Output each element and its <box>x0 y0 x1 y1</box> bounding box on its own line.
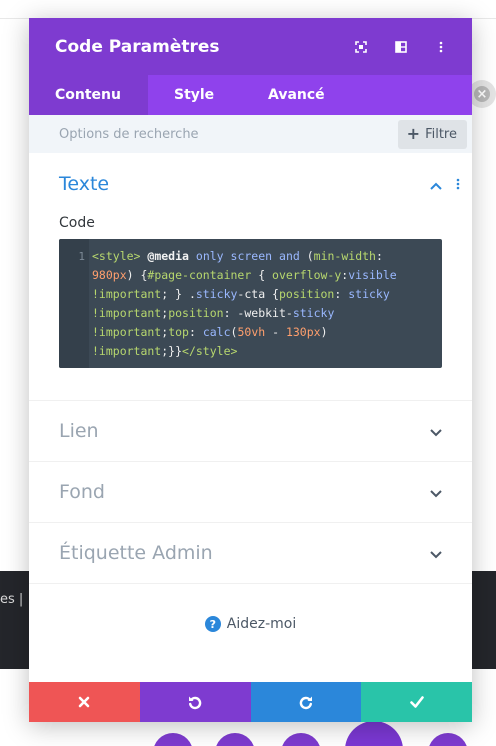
line-number: 1 <box>78 250 85 263</box>
section-title: Lien <box>59 420 99 442</box>
modal-title: Code Paramètres <box>55 36 220 57</box>
search-input[interactable]: Options de recherche <box>59 127 199 142</box>
chevron-down-icon <box>430 544 442 563</box>
section-etiquette-admin[interactable]: Étiquette Admin <box>29 523 472 584</box>
chevron-down-icon <box>430 422 442 441</box>
more-vertical-icon[interactable] <box>456 175 460 194</box>
tab-avance[interactable]: Avancé <box>232 75 325 115</box>
search-bar: Options de recherche + Filtre <box>29 115 472 153</box>
tab-style[interactable]: Style <box>148 75 232 115</box>
tab-contenu[interactable]: Contenu <box>29 75 148 115</box>
page-close-button[interactable]: × <box>468 80 496 108</box>
modal-footer <box>29 682 472 722</box>
help-label: Aidez-moi <box>226 616 297 632</box>
settings-modal: Code Paramètres Contenu Style Avancé Opt… <box>29 18 472 722</box>
section-title: Texte <box>59 173 110 195</box>
more-vertical-icon[interactable] <box>428 34 454 60</box>
chevron-up-icon[interactable] <box>430 175 442 194</box>
section-title: Étiquette Admin <box>59 542 213 564</box>
tab-bar: Contenu Style Avancé <box>29 75 472 115</box>
code-field-label: Code <box>59 215 95 231</box>
section-fond[interactable]: Fond <box>29 462 472 523</box>
undo-icon <box>189 696 202 710</box>
redo-icon <box>299 696 312 710</box>
focus-icon[interactable] <box>348 34 374 60</box>
save-button[interactable] <box>361 682 472 722</box>
split-view-icon[interactable] <box>388 34 414 60</box>
section-texte: Texte Code 1 <style> @media only screen … <box>29 153 472 401</box>
plus-icon: + <box>406 124 421 143</box>
filter-button[interactable]: + Filtre <box>397 119 467 149</box>
undo-button[interactable] <box>139 682 251 722</box>
section-title: Fond <box>59 481 105 503</box>
filter-label: Filtre <box>425 126 457 142</box>
cancel-button[interactable] <box>29 682 140 722</box>
chevron-down-icon <box>430 483 442 502</box>
check-icon <box>409 696 424 708</box>
section-texte-header[interactable]: Texte <box>29 153 472 215</box>
close-icon <box>79 696 90 708</box>
dark-section-text: es | <box>0 592 24 607</box>
redo-button[interactable] <box>250 682 362 722</box>
section-lien[interactable]: Lien <box>29 401 472 462</box>
close-icon: × <box>474 86 490 102</box>
code-content[interactable]: <style> @media only screen and (min-widt… <box>92 247 436 361</box>
code-editor[interactable]: 1 <style> @media only screen and (min-wi… <box>59 239 442 368</box>
help-link[interactable]: ? Aidez-moi <box>29 584 472 664</box>
help-icon: ? <box>204 616 221 632</box>
modal-header[interactable]: Code Paramètres <box>29 18 472 75</box>
